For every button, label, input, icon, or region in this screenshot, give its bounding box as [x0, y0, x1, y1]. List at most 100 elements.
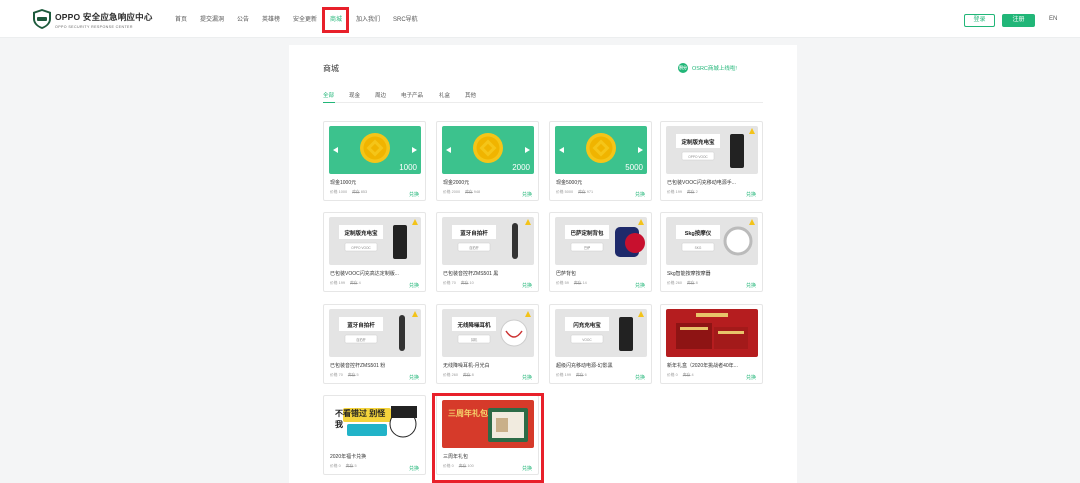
product-name[interactable]: 无线降噪耳机-月光白: [443, 362, 535, 369]
product-image[interactable]: 闪充充电宝 VOOC: [555, 309, 647, 357]
product-card[interactable]: 2000 现金2000元 价格 2000 库存 948 兑换: [436, 121, 539, 201]
nav-item-submit-vulnerability[interactable]: 提交漏洞: [200, 14, 224, 23]
product-name[interactable]: 已包装VOOC闪充高达定制版...: [330, 270, 422, 277]
product-card[interactable]: 5000 现金5000元 价格 5000 库存 971 兑换: [549, 121, 652, 201]
product-image-banner: Skg按摩仪: [685, 229, 712, 237]
product-name[interactable]: 已包装VOOC闪充移动电源手...: [667, 179, 759, 186]
product-stock: 5: [354, 464, 357, 468]
product-name[interactable]: Skg智能按摩按摩器: [667, 270, 759, 277]
product-price: 260: [675, 281, 682, 285]
product-card[interactable]: 不看错过 别怪我 2020年福卡兑换 价格 0 库存 5 兑换: [323, 395, 426, 475]
product-meta: 价格 70 库存 5: [330, 373, 359, 378]
product-card[interactable]: 定制版充电宝 OPPO VOOC 已包装VOOC闪充高达定制版... 价格 199 库存…: [323, 212, 426, 292]
product-image[interactable]: Skg按摩仪 SKG: [666, 217, 758, 265]
product-name[interactable]: 新年礼盒（2020年挑战者40年...: [667, 362, 759, 369]
redeem-button[interactable]: 兑换: [635, 282, 645, 289]
product-image[interactable]: 5000: [555, 126, 647, 174]
product-price: 199: [564, 373, 571, 377]
nav-item-src-navigation[interactable]: SRC导航: [393, 14, 418, 23]
product-name[interactable]: 已包装音控杆ZMS501 粉: [330, 362, 422, 369]
product-price: 0: [675, 373, 678, 377]
product-image[interactable]: 巴萨定制背包 巴萨: [555, 217, 647, 265]
product-image-banner: 无线降噪耳机: [456, 321, 491, 329]
redeem-button[interactable]: 兑换: [635, 374, 645, 381]
language-switch[interactable]: EN: [1049, 16, 1057, 22]
brand-title[interactable]: OPPO 安全应急响应中心 OPPO SECURITY RESPONSE CEN…: [55, 11, 153, 29]
redeem-button[interactable]: 兑换: [746, 282, 756, 289]
nav-item-home[interactable]: 首页: [175, 14, 187, 23]
top-navigation-bar: OPPO 安全应急响应中心 OPPO SECURITY RESPONSE CEN…: [0, 0, 1080, 38]
product-card[interactable]: 无线降噪耳机 耳机 无线降噪耳机-月光白 价格 260 库存 8 兑换: [436, 304, 539, 384]
product-meta: 价格 199 库存 4: [330, 281, 361, 286]
product-card[interactable]: 新年礼盒（2020年挑战者40年... 价格 0 库存 4 兑换: [660, 304, 763, 384]
product-card[interactable]: 定制版充电宝 OPPO VOOC 已包装VOOC闪充移动电源手... 价格 199 库存…: [660, 121, 763, 201]
backpack-product-image-icon: 巴萨定制背包巴萨: [555, 217, 647, 265]
product-image[interactable]: 不看错过 别怪我: [329, 400, 421, 448]
product-name[interactable]: 已包装音控杆ZMS501 黑: [443, 270, 535, 277]
stock-label: 库存: [460, 281, 469, 285]
redeem-button[interactable]: 兑换: [746, 191, 756, 198]
active-tab-underline: [323, 102, 335, 103]
product-name[interactable]: 巴萨背包: [556, 270, 648, 277]
product-card[interactable]: 巴萨定制背包 巴萨 巴萨背包 价格 59 库存 14 兑换: [549, 212, 652, 292]
product-image-amount: 2000: [512, 163, 530, 172]
redeem-button[interactable]: 兑换: [635, 191, 645, 198]
product-stock: 4: [691, 373, 694, 377]
product-image[interactable]: [666, 309, 758, 357]
stick-product-image-icon: 蓝牙自拍杆自拍杆: [329, 309, 421, 357]
tab-merchandise[interactable]: 周边: [375, 91, 386, 99]
product-name[interactable]: 现金2000元: [443, 179, 535, 186]
shop-panel: 商城 积分 OSRC商城上线啦! 全部 现金 周边 电子产品 礼盒 其他 100…: [289, 45, 797, 483]
price-label: 价格: [667, 373, 675, 377]
product-price: 260: [451, 373, 458, 377]
login-button[interactable]: 登录: [964, 14, 995, 27]
redeem-button[interactable]: 兑换: [746, 374, 756, 381]
price-label: 价格: [443, 281, 451, 285]
product-card[interactable]: Skg按摩仪 SKG Skg智能按摩按摩器 价格 260 库存 8 兑换: [660, 212, 763, 292]
product-card[interactable]: 1000 现金1000元 价格 1000 库存 853 兑换: [323, 121, 426, 201]
redeem-button[interactable]: 兑换: [409, 465, 419, 472]
nav-item-security-updates[interactable]: 安全更新: [293, 14, 317, 23]
product-image[interactable]: 蓝牙自拍杆 自拍杆: [442, 217, 534, 265]
tab-cash[interactable]: 现金: [349, 91, 360, 99]
nav-item-hall-of-fame[interactable]: 英雄榜: [262, 14, 280, 23]
page-title: 商城: [323, 64, 339, 73]
product-stock: 8: [471, 373, 474, 377]
nav-item-announcements[interactable]: 公告: [237, 14, 249, 23]
oppo-shield-logo-icon[interactable]: [33, 9, 51, 29]
product-name[interactable]: 现金5000元: [556, 179, 648, 186]
shop-announcement-link[interactable]: 积分 OSRC商城上线啦!: [678, 63, 737, 73]
product-card[interactable]: 蓝牙自拍杆 自拍杆已包装音控杆ZMS501 粉价格 70 库存 5 兑换: [323, 304, 426, 384]
product-stock: 5: [356, 373, 359, 377]
product-image-tag: 耳机: [471, 337, 478, 342]
redeem-button[interactable]: 兑换: [522, 282, 532, 289]
tab-all[interactable]: 全部: [323, 91, 334, 99]
redeem-button[interactable]: 兑换: [409, 282, 419, 289]
product-image[interactable]: 定制版充电宝 OPPO VOOC: [666, 126, 758, 174]
product-image[interactable]: 2000: [442, 126, 534, 174]
product-image[interactable]: 1000: [329, 126, 421, 174]
redeem-button[interactable]: 兑换: [409, 191, 419, 198]
register-button[interactable]: 注册: [1002, 14, 1035, 27]
stock-label: 库存: [347, 373, 356, 377]
product-image[interactable]: 无线降噪耳机 耳机: [442, 309, 534, 357]
redeem-button[interactable]: 兑换: [522, 374, 532, 381]
tab-other[interactable]: 其他: [465, 91, 476, 99]
redeem-button[interactable]: 兑换: [409, 374, 419, 381]
nav-item-join-us[interactable]: 加入我们: [356, 14, 380, 23]
product-image-tag: 自拍杆: [469, 245, 479, 250]
redeem-button[interactable]: 兑换: [522, 191, 532, 198]
product-image[interactable]: 蓝牙自拍杆 自拍杆: [329, 309, 421, 357]
product-card[interactable]: 闪充充电宝 VOOC 超级闪充移动电源-幻影黑 价格 199 库存 6 兑换: [549, 304, 652, 384]
price-label: 价格: [330, 373, 338, 377]
product-name[interactable]: 现金1000元: [330, 179, 422, 186]
product-card[interactable]: 蓝牙自拍杆 自拍杆 已包装音控杆ZMS501 黑价格 70 库存 10 兑换: [436, 212, 539, 292]
tab-gift-box[interactable]: 礼盒: [439, 91, 450, 99]
product-image[interactable]: 定制版充电宝 OPPO VOOC: [329, 217, 421, 265]
product-name[interactable]: 2020年福卡兑换: [330, 453, 422, 460]
product-image-tag: OPPO VOOC: [688, 155, 708, 159]
product-name[interactable]: 超级闪充移动电源-幻影黑: [556, 362, 648, 369]
tab-electronics[interactable]: 电子产品: [401, 91, 423, 99]
product-image-banner: 闪充充电宝: [573, 321, 601, 329]
product-stock: 14: [582, 281, 587, 285]
